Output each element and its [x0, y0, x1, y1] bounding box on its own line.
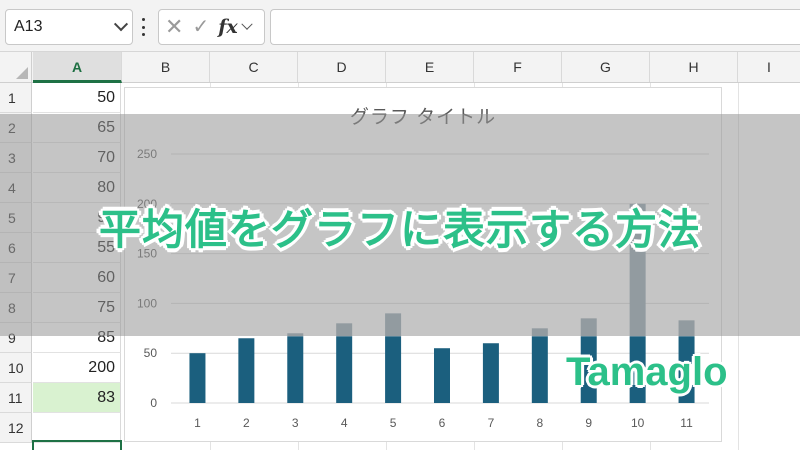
- y-tick-label: 50: [144, 346, 158, 360]
- x-tick-label: 6: [439, 416, 446, 430]
- bar: [385, 336, 402, 403]
- check-icon[interactable]: ✓: [192, 17, 209, 37]
- x-tick-label: 9: [585, 416, 592, 430]
- bar: [336, 336, 353, 403]
- x-tick-label: 4: [341, 416, 348, 430]
- y-tick-label: 0: [150, 396, 157, 410]
- row-header[interactable]: 10: [0, 353, 32, 383]
- x-tick-label: 2: [243, 416, 250, 430]
- formula-input[interactable]: [270, 9, 800, 45]
- row-header[interactable]: 11: [0, 383, 32, 413]
- bar: [434, 348, 450, 403]
- bar: [189, 353, 206, 403]
- chevron-down-icon[interactable]: [113, 17, 129, 32]
- column-header-i[interactable]: I: [738, 52, 800, 82]
- active-cell-a13[interactable]: [32, 440, 122, 450]
- more-options-icon[interactable]: [140, 18, 146, 36]
- insert-function-button[interactable]: fx: [218, 16, 238, 38]
- column-header-e[interactable]: E: [386, 52, 474, 82]
- name-box[interactable]: A13: [5, 9, 133, 45]
- cell-a12[interactable]: [33, 413, 121, 443]
- x-tick-label: 10: [631, 416, 645, 430]
- column-header-a[interactable]: A: [33, 52, 122, 83]
- row-header[interactable]: 12: [0, 413, 32, 443]
- column-header-f[interactable]: F: [474, 52, 562, 82]
- cell-a10[interactable]: 200: [33, 353, 121, 383]
- bar: [531, 336, 548, 403]
- column-header-d[interactable]: D: [298, 52, 386, 82]
- formula-buttons: ✕ ✓ fx: [158, 9, 265, 45]
- x-tick-label: 8: [536, 416, 543, 430]
- formula-bar: A13 ✕ ✓ fx: [0, 0, 800, 52]
- column-header-c[interactable]: C: [210, 52, 298, 82]
- cell-a1[interactable]: 50: [33, 83, 121, 113]
- x-tick-label: 5: [390, 416, 397, 430]
- bar: [287, 336, 304, 403]
- x-tick-label: 3: [292, 416, 299, 430]
- column-header-h[interactable]: H: [650, 52, 738, 82]
- bar: [238, 338, 255, 403]
- x-tick-label: 1: [194, 416, 201, 430]
- column-header-b[interactable]: B: [122, 52, 210, 82]
- column-header-g[interactable]: G: [562, 52, 650, 82]
- close-icon[interactable]: ✕: [165, 16, 183, 38]
- brand-logo: Tamaglo: [566, 350, 728, 394]
- name-box-value: A13: [14, 18, 43, 35]
- banner-title: 平均値をグラフに表示する方法: [98, 206, 701, 253]
- column-headers: A B C D E F G H I: [0, 52, 800, 83]
- cell-a11[interactable]: 83: [33, 383, 121, 413]
- bar: [482, 343, 499, 403]
- row-header[interactable]: 1: [0, 83, 32, 113]
- chevron-down-icon[interactable]: [241, 18, 253, 30]
- select-all-button[interactable]: [0, 52, 32, 82]
- x-tick-label: 7: [488, 416, 495, 430]
- x-tick-label: 11: [680, 416, 693, 430]
